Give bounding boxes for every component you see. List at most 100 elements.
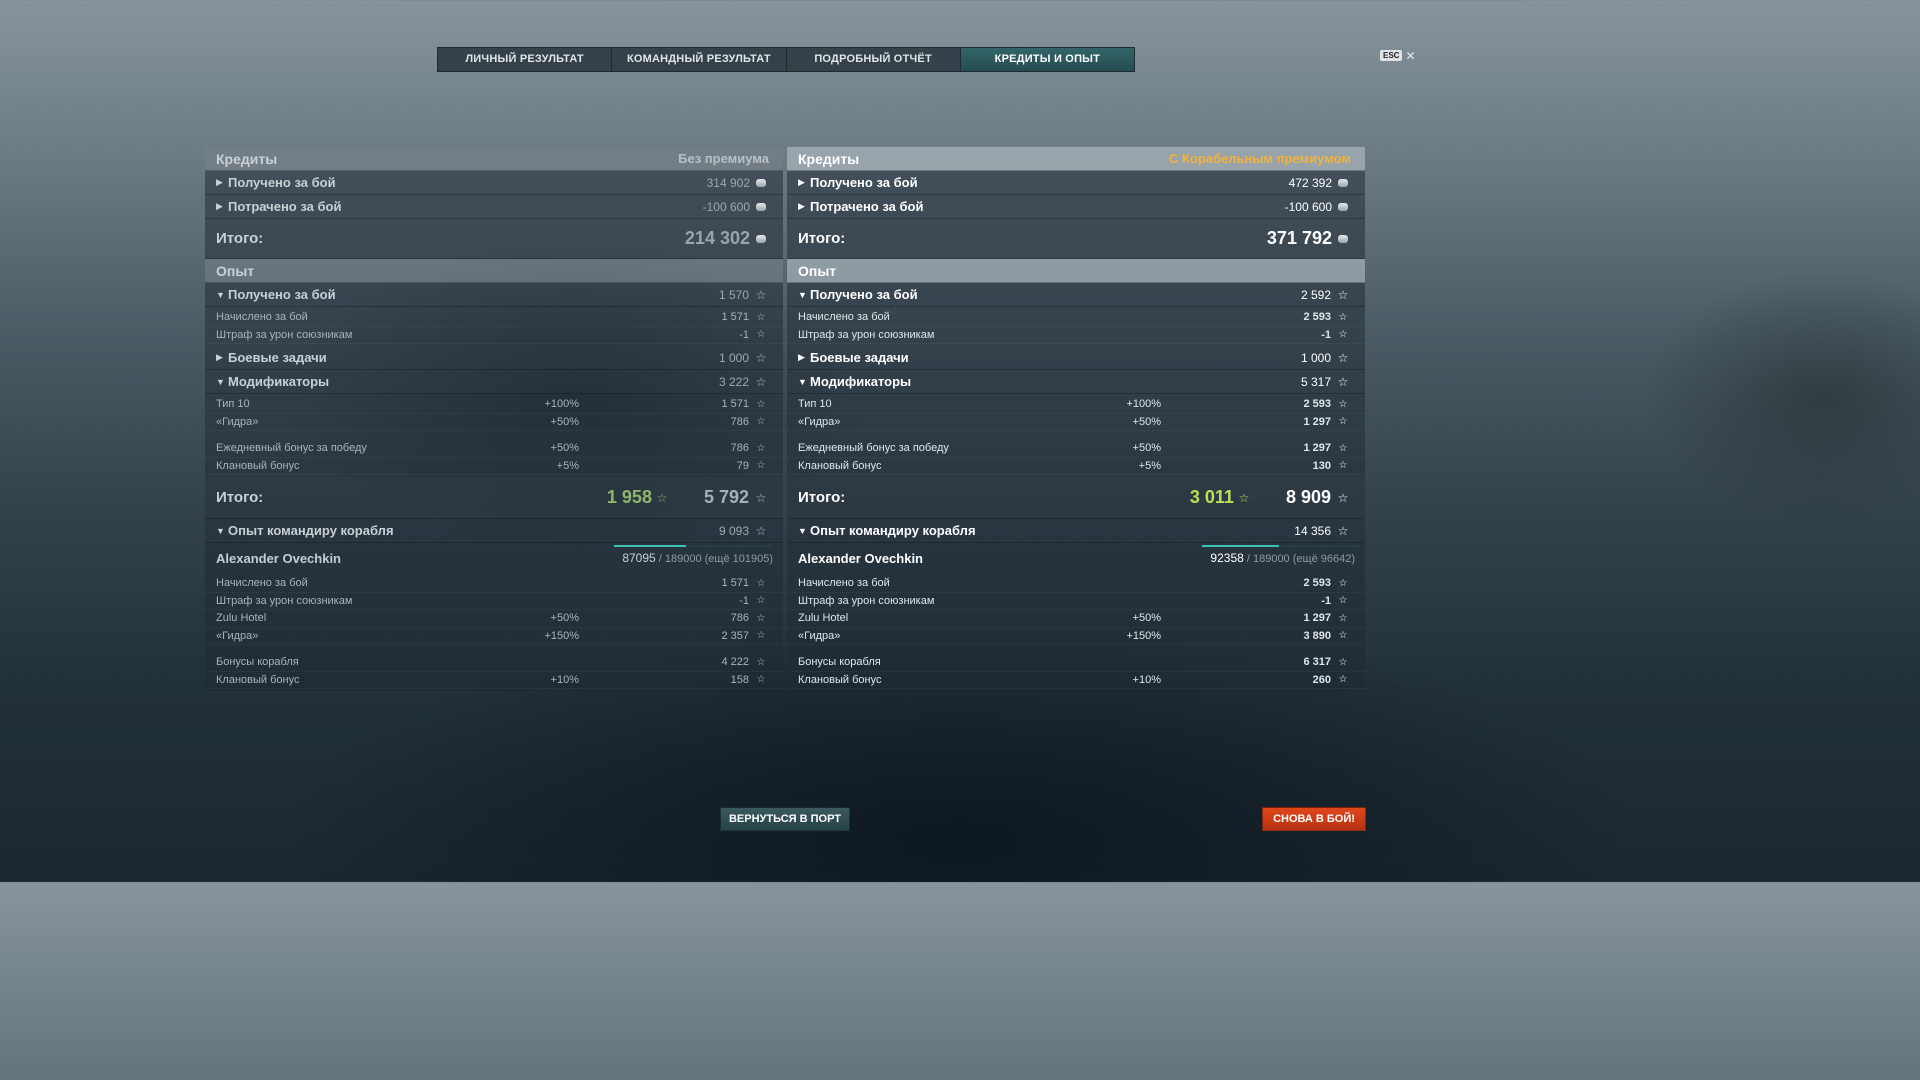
missions-row[interactable]: ▶ Боевые задачи 1 000 ☆: [205, 346, 783, 370]
commander-name: Alexander Ovechkin: [798, 550, 923, 566]
credits-total-row: Итого: 214 302: [205, 219, 783, 259]
commander-info: Alexander Ovechkin 92358 / 189000 (ещё 9…: [787, 543, 1365, 573]
commander-xp-value: 14 356: [1294, 523, 1331, 538]
credits-earned-row[interactable]: ▶ Получено за бой 472 392: [787, 171, 1365, 195]
modifiers-row[interactable]: ▼ Модификаторы 5 317 ☆: [787, 370, 1365, 394]
credits-earned-value: 314 902: [706, 175, 750, 190]
xp-earned-row[interactable]: ▼ Получено за бой 1 570 ☆: [205, 283, 783, 307]
list-item: Клановый бонус +10% 260 ☆: [787, 672, 1365, 689]
credits-earned-row[interactable]: ▶ Получено за бой 314 902: [205, 171, 783, 195]
list-item: Начислено за бой 1 571 ☆: [205, 575, 783, 593]
star-icon: ☆: [1338, 442, 1348, 454]
credit-coin-icon: [1338, 202, 1348, 211]
premium-status: Без премиума: [678, 151, 769, 166]
panel-ship-premium: Кредиты С Корабельным премиумом ▶ Получе…: [787, 147, 1365, 691]
arrow-right-icon: ▶: [216, 201, 223, 211]
list-item: Штраф за урон союзникам -1 ☆: [205, 327, 783, 344]
commander-progress-fill: [614, 545, 687, 547]
list-item: Начислено за бой 2 593 ☆: [787, 575, 1365, 593]
xp-total-label: Итого:: [216, 489, 264, 506]
credit-coin-icon: [756, 202, 766, 211]
arrow-right-icon: ▶: [798, 352, 805, 362]
credits-spent-row[interactable]: ▶ Потрачено за бой -100 600: [787, 195, 1365, 219]
credits-earned-label: Получено за бой: [228, 175, 336, 190]
commander-xp-label: Опыт командиру корабля: [228, 523, 394, 538]
tab-personal-result[interactable]: ЛИЧНЫЙ РЕЗУЛЬТАТ: [438, 48, 613, 71]
list-item: Клановый бонус +10% 158 ☆: [205, 672, 783, 689]
return-to-port-button[interactable]: ВЕРНУТЬСЯ В ПОРТ: [720, 807, 850, 831]
xp-earned-value: 2 592: [1300, 287, 1331, 302]
list-item: «Гидра» +150% 2 357 ☆: [205, 628, 783, 645]
xp-total-value: 5 792: [703, 487, 749, 507]
credit-coin-icon: [756, 178, 766, 187]
ship-xp-total: 3 011: [1189, 487, 1234, 507]
list-item: «Гидра» +150% 3 890 ☆: [787, 628, 1365, 645]
xp-total-row: Итого: 3 011 ☆ 8 909 ☆: [787, 477, 1365, 519]
missions-label: Боевые задачи: [228, 350, 327, 365]
commander-progress: 87095 / 189000 (ещё 101905): [614, 545, 773, 565]
credits-earned-value: 472 392: [1288, 175, 1332, 190]
xp-title: Опыт: [798, 262, 837, 279]
close-icon: ✕: [1405, 48, 1416, 63]
xp-earned-row[interactable]: ▼ Получено за бой 2 592 ☆: [787, 283, 1365, 307]
star-icon: ☆: [1338, 656, 1348, 668]
star-icon: ☆: [755, 523, 767, 538]
list-item: «Гидра» +50% 1 297 ☆: [787, 414, 1365, 431]
list-item: Тип 10 +100% 2 593 ☆: [787, 396, 1365, 414]
commander-info: Alexander Ovechkin 87095 / 189000 (ещё 1…: [205, 543, 783, 573]
credits-spent-row[interactable]: ▶ Потрачено за бой -100 600: [205, 195, 783, 219]
star-icon: ☆: [755, 374, 767, 389]
star-icon: ☆: [755, 287, 767, 302]
tab-detailed-report[interactable]: ПОДРОБНЫЙ ОТЧЁТ: [787, 48, 961, 71]
xp-earned-label: Получено за бой: [810, 287, 918, 302]
commander-progress-rest: / 189000 (ещё 96642): [1246, 553, 1355, 565]
commander-progress-bar: [614, 545, 773, 547]
arrow-down-icon: ▼: [798, 289, 807, 300]
list-item: Начислено за бой 1 571 ☆: [205, 309, 783, 327]
list-item: Штраф за урон союзникам -1 ☆: [205, 593, 783, 610]
credits-spent-value: -100 600: [702, 199, 750, 214]
esc-key-label: ESC: [1380, 50, 1403, 61]
list-item: Бонусы корабля 6 317 ☆: [787, 654, 1365, 672]
tab-team-result[interactable]: КОМАНДНЫЙ РЕЗУЛЬТАТ: [612, 48, 787, 71]
arrow-down-icon: ▼: [798, 376, 807, 387]
premium-status: С Корабельным премиумом: [1168, 151, 1351, 166]
star-icon: ☆: [756, 612, 766, 624]
star-icon: ☆: [1338, 674, 1348, 686]
commander-xp-row[interactable]: ▼ Опыт командиру корабля 9 093 ☆: [205, 519, 783, 543]
modifiers-label: Модификаторы: [228, 374, 330, 389]
xp-header: Опыт: [205, 259, 783, 283]
list-item: Zulu Hotel +50% 786 ☆: [205, 610, 783, 628]
modifiers-row[interactable]: ▼ Модификаторы 3 222 ☆: [205, 370, 783, 394]
list-item: Бонусы корабля 4 222 ☆: [205, 654, 783, 672]
credits-earned-label: Получено за бой: [810, 175, 918, 190]
star-icon: ☆: [1338, 577, 1348, 589]
commander-xp-label: Опыт командиру корабля: [810, 523, 976, 538]
star-icon: ☆: [1338, 398, 1348, 410]
credits-title: Кредиты: [216, 150, 278, 167]
commander-details: Начислено за бой 2 593 ☆ Штраф за урон с…: [787, 573, 1365, 691]
star-icon: ☆: [1337, 523, 1349, 538]
star-icon: ☆: [756, 656, 766, 668]
list-item: Клановый бонус +5% 79 ☆: [205, 458, 783, 475]
tab-credits-and-xp[interactable]: КРЕДИТЫ И ОПЫТ: [960, 48, 1134, 71]
star-icon: ☆: [1338, 630, 1348, 642]
to-battle-button[interactable]: СНОВА В БОЙ!: [1262, 807, 1366, 831]
star-icon: ☆: [755, 350, 767, 365]
commander-progress-current: 92358: [1210, 551, 1244, 565]
missions-row[interactable]: ▶ Боевые задачи 1 000 ☆: [787, 346, 1365, 370]
xp-title: Опыт: [216, 262, 255, 279]
star-icon: ☆: [1238, 490, 1250, 505]
modifiers-value: 3 222: [718, 374, 749, 389]
xp-total-label: Итого:: [798, 489, 846, 506]
credits-spent-label: Потрачено за бой: [228, 199, 342, 214]
credits-title: Кредиты: [798, 150, 860, 167]
commander-xp-value: 9 093: [718, 523, 749, 538]
star-icon: ☆: [1337, 374, 1349, 389]
star-icon: ☆: [1337, 287, 1349, 302]
close-button[interactable]: ESC ✕: [1380, 48, 1416, 63]
commander-details: Начислено за бой 1 571 ☆ Штраф за урон с…: [205, 573, 783, 691]
list-item: Штраф за урон союзникам -1 ☆: [787, 327, 1365, 344]
list-item: Начислено за бой 2 593 ☆: [787, 309, 1365, 327]
commander-xp-row[interactable]: ▼ Опыт командиру корабля 14 356 ☆: [787, 519, 1365, 543]
